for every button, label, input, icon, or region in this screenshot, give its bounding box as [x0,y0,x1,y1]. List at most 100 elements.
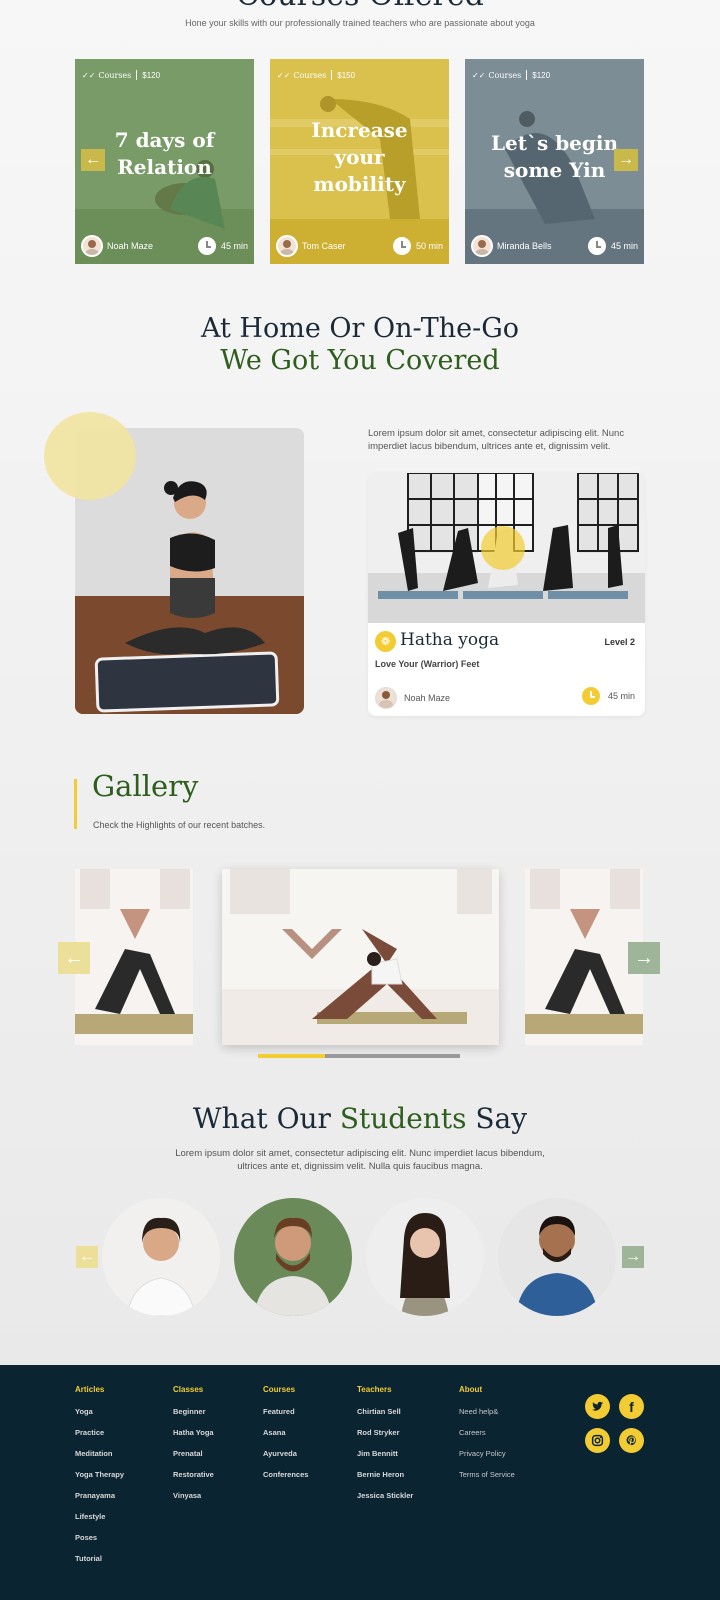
gallery-image[interactable] [525,869,643,1045]
footer-link[interactable]: Poses [75,1533,124,1542]
footer-column-teachers: Teachers Chirtian Sell Rod Stryker Jim B… [357,1385,413,1512]
footer-link[interactable]: Bernie Heron [357,1470,413,1479]
footer-link[interactable]: Beginner [173,1407,214,1416]
gallery-main-photo [222,869,499,1045]
card-author: Miranda Bells [471,235,552,257]
card-duration: 45 min [197,237,248,255]
home-title: At Home Or On-The-Go [200,313,520,344]
footer-heading: Courses [263,1385,296,1394]
avatar [375,687,397,709]
arrow-right-icon: → [634,946,654,969]
student-avatar[interactable] [234,1198,352,1316]
avatar [471,235,493,257]
student-avatar[interactable] [366,1198,484,1316]
footer-heading: Articles [75,1385,105,1394]
card-tag: ✓✓ Courses $120 [472,70,551,80]
home-description: Lorem ipsum dolor sit amet, consectetur … [368,428,625,452]
card-tag: ✓✓ Courses $120 [82,70,161,80]
footer-link[interactable]: Yoga Therapy [75,1470,124,1479]
pinterest-icon[interactable] [619,1428,644,1453]
card-duration: 50 min [392,237,443,255]
clock-icon [197,237,216,255]
gallery-prev-button[interactable]: ← [58,942,90,974]
footer-link[interactable]: Chirtian Sell [357,1407,413,1416]
footer-link[interactable]: Restorative [173,1470,214,1479]
next-arrow-button[interactable]: → [614,149,638,171]
course-card[interactable]: ✓✓ Courses $120 Let`s begin some Yin → M… [465,59,644,264]
gallery-accent-bar [74,779,77,829]
clock-icon [581,687,600,705]
gallery-next-button[interactable]: → [628,942,660,974]
footer-link[interactable]: Terms of Service [459,1470,515,1479]
class-card[interactable]: ❁ Hatha yoga Level 2 Love Your (Warrior)… [368,473,645,716]
footer-link[interactable]: Need help& [459,1407,515,1416]
facebook-icon[interactable]: f [619,1394,644,1419]
footer-link[interactable]: Ayurveda [263,1449,308,1458]
student-avatar[interactable] [102,1198,220,1316]
students-title: What Our Students Say [192,1102,528,1135]
decorative-circle [44,412,136,500]
footer-link[interactable]: Practice [75,1428,124,1437]
footer-link[interactable]: Lifestyle [75,1512,124,1521]
courses-title: Courses Offered [0,0,720,13]
footer-link[interactable]: Yoga [75,1407,124,1416]
footer-column-courses: Courses Featured Asana Ayurveda Conferen… [263,1385,308,1491]
footer-heading: Classes [173,1385,204,1394]
gallery-main-image[interactable] [222,869,499,1045]
gallery-photo [525,869,643,1045]
students-next-button[interactable]: → [622,1246,644,1268]
footer-link[interactable]: Tutorial [75,1554,124,1563]
footer-link[interactable]: Vinyasa [173,1491,214,1500]
footer-link[interactable]: Pranayama [75,1491,124,1500]
student-photo [366,1198,484,1316]
footer-heading: About [459,1385,483,1394]
students-text: Lorem ipsum dolor sit amet, consectetur … [175,1148,545,1172]
courses-subtitle: Hone your skills with our professionally… [185,18,535,28]
home-title-accent: We Got You Covered [220,345,500,376]
footer-link[interactable]: Hatha Yoga [173,1428,214,1437]
class-duration: 45 min [581,687,635,705]
footer-link[interactable]: Jim Bennitt [357,1449,413,1458]
gallery-photo [75,869,193,1045]
twitter-icon[interactable] [585,1394,610,1419]
footer-link[interactable]: Prenatal [173,1449,214,1458]
footer-link[interactable]: Meditation [75,1449,124,1458]
student-avatar[interactable] [498,1198,616,1316]
class-photo [368,473,645,623]
card-author: Noah Maze [81,235,153,257]
footer-column-articles: Articles Yoga Practice Meditation Yoga T… [75,1385,124,1575]
gallery-title: Gallery [92,769,199,803]
instagram-icon[interactable] [585,1428,610,1453]
footer-column-classes: Classes Beginner Hatha Yoga Prenatal Res… [173,1385,214,1512]
students-prev-button[interactable]: ← [76,1246,98,1268]
avatar [81,235,103,257]
course-card[interactable]: ✓✓ Courses $120 7 days of Relation ← Noa… [75,59,254,264]
class-author: Noah Maze [375,687,450,709]
card-duration: 45 min [587,237,638,255]
student-photo [498,1198,616,1316]
footer-link[interactable]: Privacy Policy [459,1449,515,1458]
gallery-progress-fill [258,1054,325,1058]
arrow-left-icon: ← [85,151,101,168]
arrow-left-icon: ← [64,946,84,969]
footer-link[interactable]: Conferences [263,1470,308,1479]
gallery-subtitle: Check the Highlights of our recent batch… [93,820,266,830]
card-author: Tom Caser [276,235,346,257]
student-photo [102,1198,220,1316]
footer-link[interactable]: Featured [263,1407,308,1416]
gallery-image[interactable] [75,869,193,1045]
card-title: Increase your mobility [311,118,408,196]
footer-link[interactable]: Jessica Stickler [357,1491,413,1500]
check-icon: ✓✓ [277,70,291,80]
class-name: Hatha yoga [400,630,500,650]
footer-heading: Teachers [357,1385,392,1394]
student-photo [234,1198,352,1316]
avatar [276,235,298,257]
course-card[interactable]: ✓✓ Courses $150 Increase your mobility T… [270,59,449,264]
footer-link[interactable]: Asana [263,1428,308,1437]
prev-arrow-button[interactable]: ← [81,149,105,171]
card-tag: ✓✓ Courses $150 [277,70,356,80]
footer-link[interactable]: Rod Stryker [357,1428,413,1437]
arrow-right-icon: → [625,1248,641,1265]
footer-link[interactable]: Careers [459,1428,515,1437]
